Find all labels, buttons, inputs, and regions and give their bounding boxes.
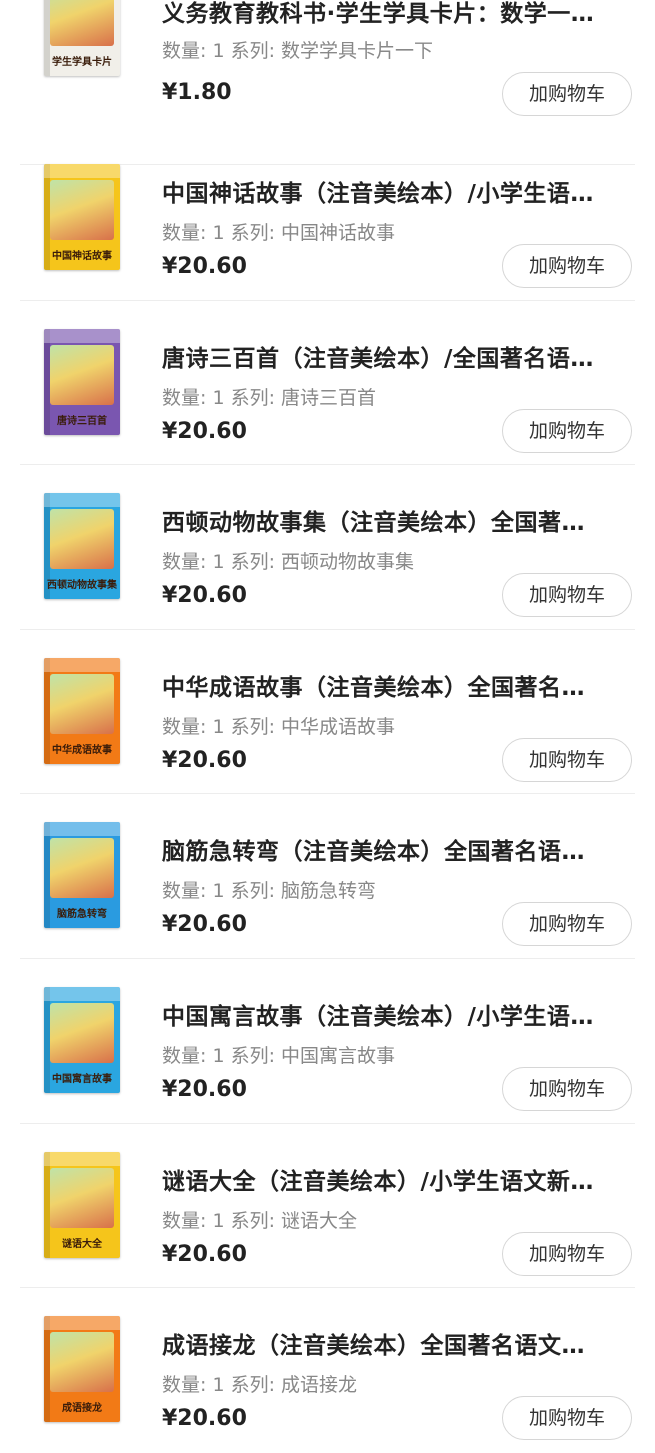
product-price: ¥20.60: [162, 1077, 247, 1102]
quantity-label: 数量: 1: [162, 222, 225, 244]
cover-illustration: [50, 344, 114, 405]
cover-illustration: [50, 1003, 114, 1063]
cover-title: 脑筋急转弯: [57, 909, 107, 921]
product-meta: 数量: 1 系列: 谜语大全: [162, 1206, 357, 1233]
book-cover-image[interactable]: 谜语大全: [44, 1151, 120, 1258]
product-meta: 数量: 1 系列: 西顿动物故事集: [162, 547, 414, 574]
product-price: ¥20.60: [162, 583, 247, 609]
series-label: 系列: 唐诗三百首: [230, 386, 377, 409]
quantity-label: 数量: 1: [162, 386, 225, 409]
cover-title: 中国寓言故事: [52, 1074, 112, 1085]
series-label: 系列: 谜语大全: [230, 1209, 358, 1232]
cover-illustration: [50, 180, 114, 240]
quantity-label: 数量: 1: [162, 40, 225, 62]
product-price: ¥20.60: [162, 1241, 247, 1267]
quantity-label: 数量: 1: [162, 551, 225, 574]
cover-title: 成语接龙: [62, 1403, 102, 1415]
add-to-cart-button[interactable]: 加购物车: [502, 72, 632, 116]
product-meta: 数量: 1 系列: 中国神话故事: [162, 218, 395, 245]
cover-band: [44, 1151, 120, 1166]
product-price: ¥20.60: [162, 1406, 247, 1432]
quantity-label: 数量: 1: [162, 715, 225, 738]
product-item[interactable]: 成语接龙 成语接龙（注音美绘本）全国著名语文… 数量: 1 系列: 成语接龙 ¥…: [0, 1288, 655, 1453]
book-cover-image[interactable]: 学生学具卡片: [44, 0, 120, 76]
product-item[interactable]: 中国寓言故事 中国寓言故事（注音美绘本）/小学生语… 数量: 1 系列: 中国寓…: [0, 959, 655, 1124]
cover-band: [44, 164, 120, 178]
series-label: 系列: 中华成语故事: [230, 715, 396, 738]
cover-illustration: [50, 0, 114, 46]
quantity-label: 数量: 1: [162, 880, 225, 903]
product-item[interactable]: 中国神话故事 中国神话故事（注音美绘本）/小学生语… 数量: 1 系列: 中国神…: [0, 136, 655, 301]
quantity-label: 数量: 1: [162, 1045, 225, 1067]
product-item[interactable]: 中华成语故事 中华成语故事（注音美绘本）全国著名… 数量: 1 系列: 中华成语…: [0, 630, 655, 795]
book-cover-image[interactable]: 唐诗三百首: [44, 328, 120, 435]
cover-band: [44, 657, 120, 672]
product-meta: 数量: 1 系列: 中国寓言故事: [162, 1041, 395, 1068]
add-to-cart-button[interactable]: 加购物车: [502, 902, 632, 947]
product-title[interactable]: 谜语大全（注音美绘本）/小学生语文新…: [162, 1162, 630, 1196]
cover-illustration: [50, 838, 114, 899]
product-meta: 数量: 1 系列: 数学学具卡片一下: [162, 36, 433, 63]
cover-title: 学生学具卡片: [52, 57, 112, 68]
cover-title: 中国神话故事: [52, 251, 112, 262]
product-price: ¥20.60: [162, 747, 247, 773]
product-meta: 数量: 1 系列: 成语接龙: [162, 1370, 357, 1397]
product-title[interactable]: 中国神话故事（注音美绘本）/小学生语…: [162, 174, 630, 208]
quantity-label: 数量: 1: [162, 1209, 225, 1232]
product-meta: 数量: 1 系列: 脑筋急转弯: [162, 876, 376, 903]
product-title[interactable]: 西顿动物故事集（注音美绘本）全国著…: [162, 503, 630, 537]
cover-title: 谜语大全: [62, 1238, 102, 1250]
cover-title: 中华成语故事: [52, 744, 112, 756]
cover-band: [44, 328, 120, 343]
cover-band: [44, 1316, 120, 1331]
cart-product-list: 学生学具卡片 义务教育教科书·学生学具卡片：数学一… 数量: 1 系列: 数学学…: [0, 0, 655, 1441]
product-item[interactable]: 脑筋急转弯 脑筋急转弯（注音美绘本）全国著名语… 数量: 1 系列: 脑筋急转弯…: [0, 794, 655, 959]
cover-illustration: [50, 1167, 114, 1228]
series-label: 系列: 中国寓言故事: [230, 1045, 396, 1067]
book-cover-image[interactable]: 成语接龙: [44, 1316, 120, 1423]
cover-title: 西顿动物故事集: [47, 580, 117, 592]
cover-illustration: [50, 1332, 114, 1393]
product-item[interactable]: 谜语大全 谜语大全（注音美绘本）/小学生语文新… 数量: 1 系列: 谜语大全 …: [0, 1124, 655, 1289]
product-title[interactable]: 唐诗三百首（注音美绘本）/全国著名语…: [162, 339, 630, 373]
series-label: 系列: 成语接龙: [230, 1374, 358, 1397]
product-title[interactable]: 中国寓言故事（注音美绘本）/小学生语…: [162, 997, 630, 1031]
add-to-cart-button[interactable]: 加购物车: [502, 1231, 632, 1276]
product-meta: 数量: 1 系列: 中华成语故事: [162, 712, 395, 739]
product-price: ¥20.60: [162, 912, 247, 938]
book-cover-image[interactable]: 脑筋急转弯: [44, 822, 120, 929]
cover-band: [44, 822, 120, 837]
add-to-cart-button[interactable]: 加购物车: [502, 1067, 632, 1111]
book-cover-image[interactable]: 中华成语故事: [44, 657, 120, 764]
product-price: ¥20.60: [162, 254, 247, 279]
product-title[interactable]: 中华成语故事（注音美绘本）全国著名…: [162, 668, 630, 702]
add-to-cart-button[interactable]: 加购物车: [502, 408, 632, 453]
product-item[interactable]: 唐诗三百首 唐诗三百首（注音美绘本）/全国著名语… 数量: 1 系列: 唐诗三百…: [0, 301, 655, 466]
product-meta: 数量: 1 系列: 唐诗三百首: [162, 383, 376, 410]
series-label: 系列: 中国神话故事: [230, 222, 396, 244]
add-to-cart-button[interactable]: 加购物车: [502, 1396, 632, 1441]
book-cover-image[interactable]: 中国神话故事: [44, 164, 120, 270]
series-label: 系列: 西顿动物故事集: [230, 551, 415, 574]
cover-illustration: [50, 509, 114, 570]
series-label: 系列: 脑筋急转弯: [230, 880, 377, 903]
quantity-label: 数量: 1: [162, 1374, 225, 1397]
cover-illustration: [50, 673, 114, 734]
product-item[interactable]: 西顿动物故事集 西顿动物故事集（注音美绘本）全国著… 数量: 1 系列: 西顿动…: [0, 465, 655, 630]
cover-band: [44, 987, 120, 1001]
add-to-cart-button[interactable]: 加购物车: [502, 244, 632, 288]
book-cover-image[interactable]: 中国寓言故事: [44, 987, 120, 1093]
product-price: ¥20.60: [162, 418, 247, 444]
product-title[interactable]: 脑筋急转弯（注音美绘本）全国著名语…: [162, 832, 630, 866]
cover-title: 唐诗三百首: [57, 415, 107, 427]
book-cover-image[interactable]: 西顿动物故事集: [44, 493, 120, 600]
add-to-cart-button[interactable]: 加购物车: [502, 573, 632, 618]
product-title[interactable]: 成语接龙（注音美绘本）全国著名语文…: [162, 1326, 630, 1360]
product-price: ¥1.80: [162, 80, 232, 105]
series-label: 系列: 数学学具卡片一下: [230, 40, 434, 62]
cover-band: [44, 493, 120, 508]
add-to-cart-button[interactable]: 加购物车: [502, 737, 632, 782]
product-title[interactable]: 义务教育教科书·学生学具卡片：数学一…: [162, 0, 630, 28]
